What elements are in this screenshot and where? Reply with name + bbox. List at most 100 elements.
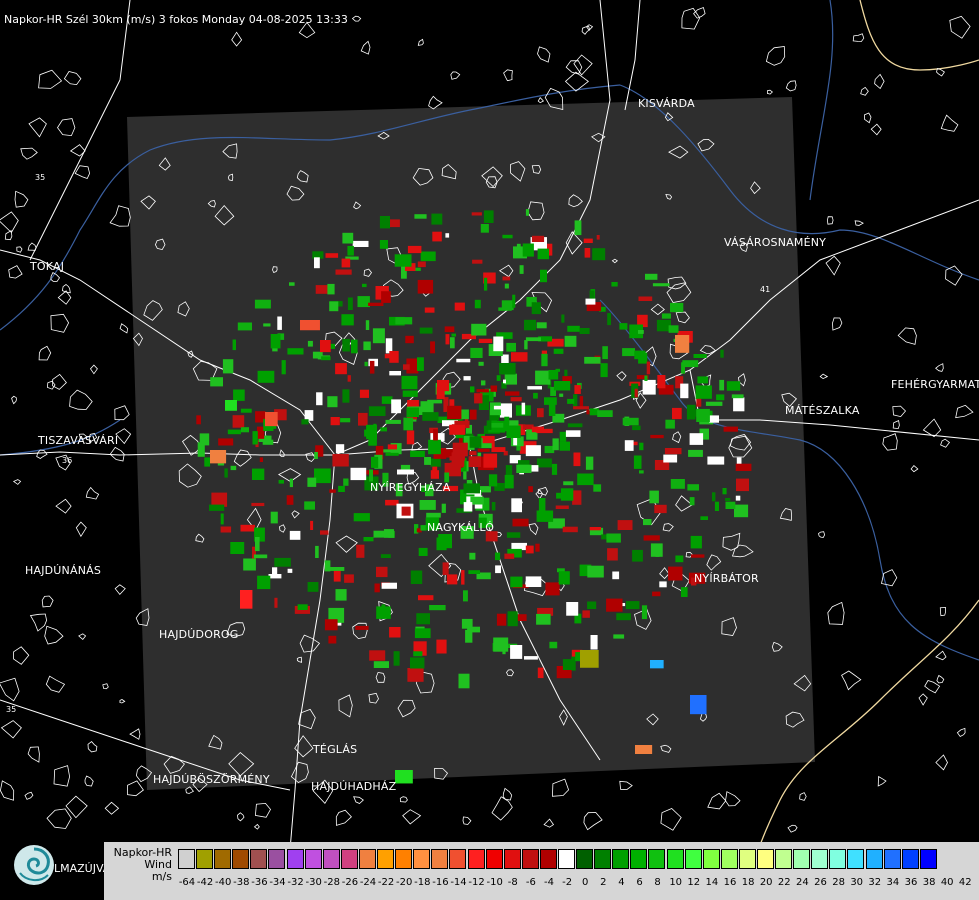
radar-echo	[447, 405, 462, 420]
settlement-outline	[551, 778, 570, 797]
radar-echo	[695, 385, 712, 399]
legend-swatch	[612, 849, 630, 869]
radar-echo	[659, 581, 667, 588]
radar-echo	[496, 613, 507, 626]
radar-echo	[416, 613, 430, 625]
settlement-outline	[935, 650, 947, 661]
radar-echo	[580, 650, 599, 668]
settlement-outline	[335, 809, 352, 826]
radar-echo	[230, 465, 237, 471]
radar-echo	[210, 377, 223, 387]
radar-echo	[469, 552, 476, 560]
radar-echo	[333, 569, 341, 582]
radar-echo	[340, 418, 351, 423]
settlement-outline	[231, 31, 243, 47]
legend-swatch	[358, 849, 376, 869]
radar-echo	[720, 349, 724, 358]
legend-tick-label: -34	[269, 877, 286, 888]
radar-echo	[424, 457, 431, 465]
radar-echo	[559, 431, 567, 442]
radar-echo	[639, 442, 644, 451]
radar-echo	[477, 448, 490, 452]
settlement-outline	[860, 86, 869, 96]
settlement-outline	[399, 796, 408, 803]
settlement-outline	[910, 465, 919, 473]
city-label: HAJDÚDOROG	[159, 628, 239, 641]
radar-echo	[230, 542, 245, 554]
settlement-outline	[119, 323, 129, 334]
settlement-outline	[852, 33, 865, 42]
legend-swatch	[594, 849, 612, 869]
radar-echo	[454, 302, 465, 311]
radar-echo	[584, 248, 591, 258]
radar-echo	[712, 492, 716, 502]
radar-echo	[364, 429, 375, 437]
radar-echo	[496, 375, 501, 381]
radar-echo	[274, 557, 291, 567]
radar-echo	[232, 415, 245, 428]
radar-echo	[577, 473, 594, 486]
radar-echo	[197, 442, 205, 457]
radar-echo	[474, 299, 481, 309]
radar-echo	[560, 488, 574, 501]
radar-echo	[687, 484, 699, 491]
radar-echo	[537, 248, 549, 260]
settlement-outline	[660, 808, 682, 831]
settlement-outline	[503, 69, 513, 82]
radar-echo	[358, 412, 368, 426]
radar-echo	[384, 529, 394, 538]
legend-swatch	[178, 849, 195, 869]
settlement-outline	[104, 801, 120, 815]
wind-legend: Napkor-HR Wind m/s -64 -42 -40 -38 -36 -34 -32…	[104, 842, 979, 900]
radar-echo	[436, 537, 447, 551]
legend-tick-label: 16	[723, 877, 737, 888]
radar-echo	[622, 417, 639, 426]
radar-echo	[387, 444, 397, 450]
radar-echo	[686, 404, 696, 420]
radar-echo	[272, 567, 278, 577]
settlement-outline	[50, 313, 70, 333]
settlement-outline	[537, 97, 545, 104]
napkor-logo-icon	[14, 845, 54, 885]
radar-echo	[596, 235, 600, 240]
radar-echo	[240, 524, 255, 532]
radar-echo	[209, 504, 225, 511]
legend-tick-label: -32	[287, 877, 304, 888]
radar-echo	[233, 389, 245, 401]
legend-swatch	[883, 849, 901, 869]
legend-swatch	[214, 849, 232, 869]
radar-echo	[483, 210, 494, 223]
radar-echo	[481, 380, 486, 386]
radar-echo	[597, 410, 613, 417]
legend-tick-label: 18	[741, 877, 755, 888]
legend-tick-label: -10	[486, 877, 503, 888]
radar-echo	[735, 463, 752, 471]
settlement-outline	[74, 165, 91, 180]
radar-echo	[401, 375, 418, 390]
radar-echo	[725, 501, 736, 509]
legend-tick-label: -40	[215, 877, 232, 888]
settlement-outline	[826, 216, 834, 225]
legend-swatch	[666, 849, 684, 869]
legend-tick-label: -24	[359, 877, 377, 888]
radar-echo	[391, 399, 401, 414]
radar-echo	[456, 358, 471, 363]
radar-echo	[389, 627, 401, 638]
settlement-outline	[69, 389, 93, 410]
radar-echo	[410, 570, 423, 584]
settlement-outline	[29, 613, 48, 632]
radar-echo	[420, 251, 436, 262]
settlement-outline	[237, 812, 245, 822]
settlement-outline	[129, 728, 141, 740]
radar-echo	[586, 409, 590, 415]
settlement-outline	[428, 95, 443, 110]
settlement-outline	[0, 211, 19, 234]
radar-echo	[649, 490, 659, 504]
radar-echo	[665, 419, 675, 429]
radar-echo	[681, 362, 685, 374]
radar-echo	[512, 518, 529, 527]
radar-echo	[372, 328, 385, 344]
legend-unit: m/s	[151, 870, 172, 883]
radar-echo	[437, 380, 450, 392]
radar-echo	[511, 352, 528, 362]
